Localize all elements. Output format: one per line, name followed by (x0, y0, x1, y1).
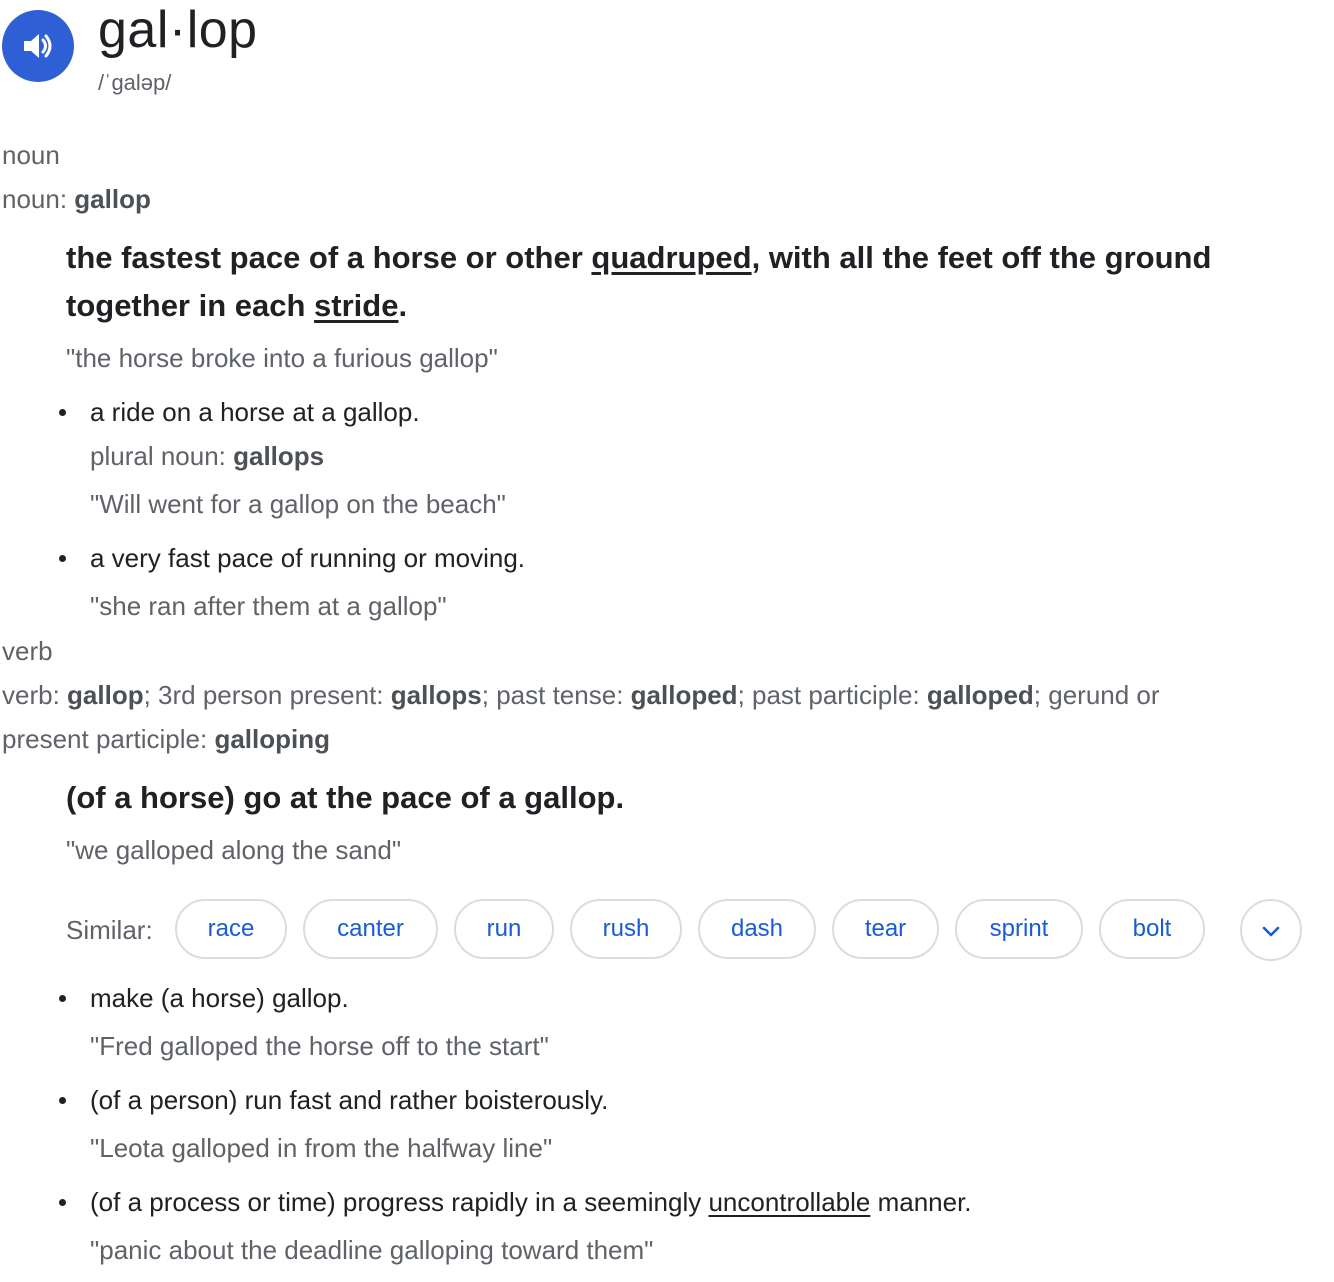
verb-example: "we galloped along the sand" (66, 835, 402, 865)
noun-sense1-forms: plural noun: gallops (90, 441, 325, 471)
verb-forms-line2: present participle: galloping (2, 724, 330, 754)
verb-sense1-example: "Fred galloped the horse off to the star… (90, 1031, 549, 1061)
similar-chip-race[interactable]: race (175, 899, 287, 959)
verb-sense1: make (a horse) gallop. (90, 983, 349, 1013)
verb-forms-line1: verb: gallop; 3rd person present: gallop… (2, 680, 1160, 710)
expand-similar-button[interactable] (1240, 899, 1302, 961)
similar-chip-canter[interactable]: canter (303, 899, 438, 959)
volume-icon (24, 34, 52, 58)
verb-sense3-example: "panic about the deadline galloping towa… (90, 1235, 654, 1265)
noun-definition-line2: together in each stride. (66, 288, 408, 323)
noun-sense2-example: "she ran after them at a gallop" (90, 591, 447, 621)
definition-link-uncontrollable[interactable]: uncontrollable (708, 1187, 870, 1217)
forms-word: gallop (74, 184, 151, 214)
similar-chip-run[interactable]: run (454, 899, 554, 959)
verb-definition: (of a horse) go at the pace of a gallop. (66, 780, 625, 815)
noun-forms: noun: gallop (2, 184, 151, 214)
bullet (59, 1097, 66, 1104)
similar-chip-tear[interactable]: tear (832, 899, 939, 959)
noun-sense1: a ride on a horse at a gallop. (90, 397, 420, 427)
similar-label: Similar: (66, 915, 153, 945)
noun-sense2: a very fast pace of running or moving. (90, 543, 526, 573)
bullet (59, 409, 66, 416)
bullet (59, 1199, 66, 1206)
pos-noun: noun (2, 140, 60, 170)
similar-chip-rush[interactable]: rush (570, 899, 682, 959)
verb-sense3: (of a process or time) progress rapidly … (90, 1187, 972, 1217)
phonetic: /ˈɡaləp/ (98, 70, 172, 95)
similar-chip-sprint[interactable]: sprint (955, 899, 1083, 959)
pos-verb: verb (2, 636, 53, 666)
verb-sense2-example: "Leota galloped in from the halfway line… (90, 1133, 553, 1163)
similar-chip-bolt[interactable]: bolt (1099, 899, 1205, 959)
bullet (59, 995, 66, 1002)
pronunciation-button[interactable] (2, 10, 74, 82)
similar-chip-dash[interactable]: dash (698, 899, 816, 959)
definition-link-quadruped[interactable]: quadruped (591, 240, 751, 275)
definition-link-stride[interactable]: stride (314, 288, 398, 323)
forms-label: noun (2, 184, 60, 214)
noun-definition-line1: the fastest pace of a horse or other qua… (66, 240, 1212, 275)
bullet (59, 555, 66, 562)
noun-example: "the horse broke into a furious gallop" (66, 343, 498, 373)
headword: gal·lop (98, 1, 258, 59)
noun-sense1-example: "Will went for a gallop on the beach" (90, 489, 506, 519)
verb-sense2: (of a person) run fast and rather boiste… (90, 1085, 609, 1115)
chevron-down-icon (1262, 926, 1280, 937)
